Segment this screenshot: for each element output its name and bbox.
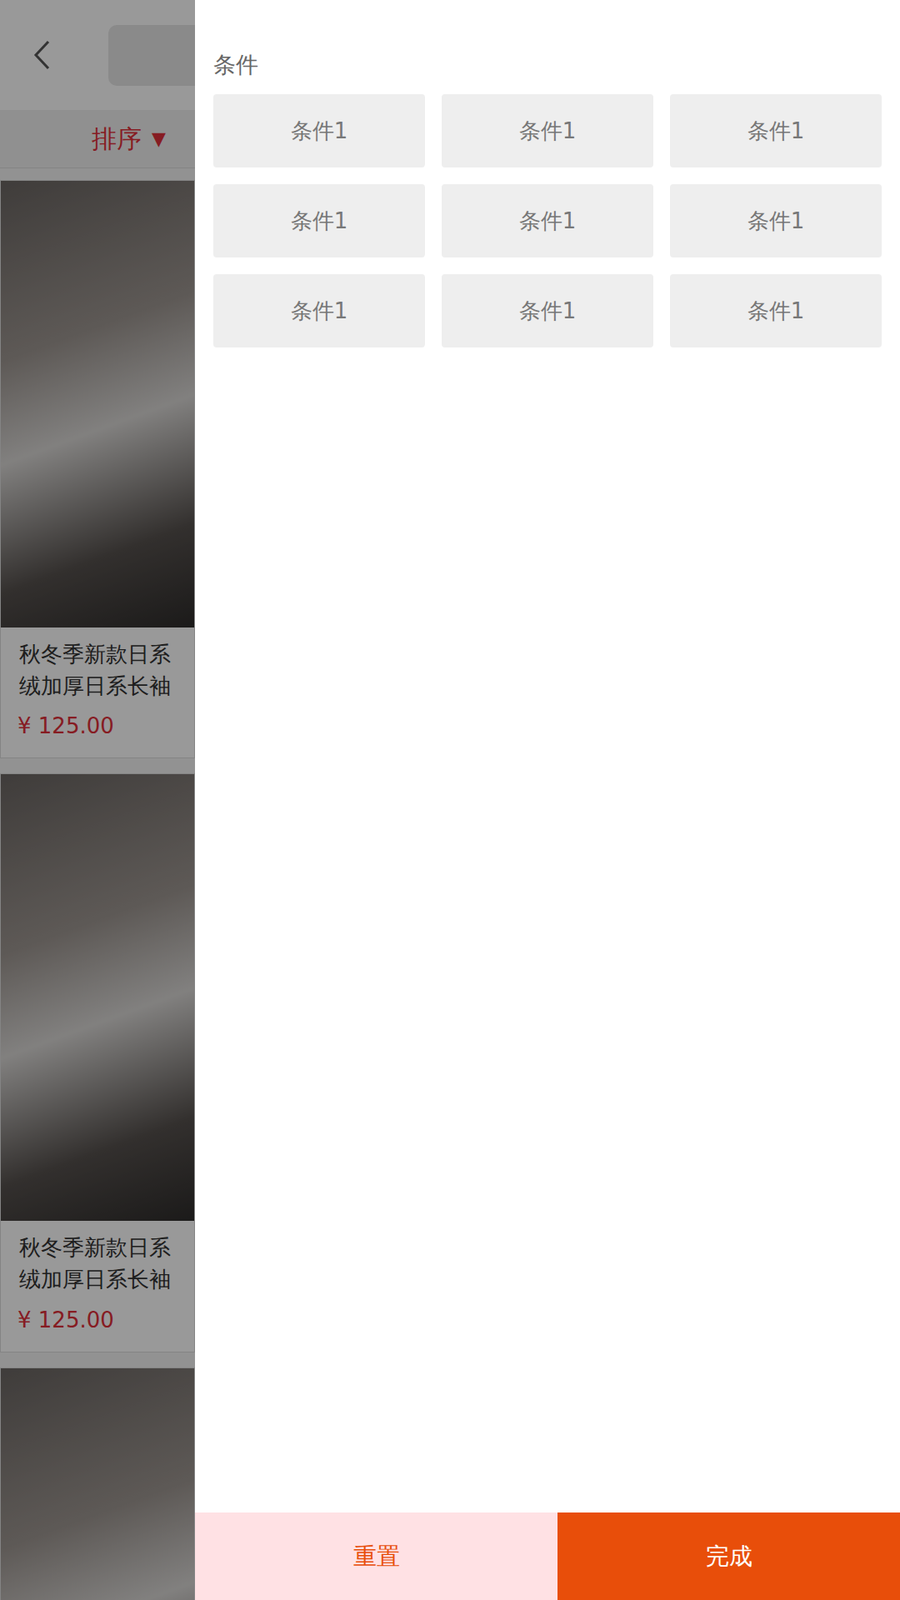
filter-option[interactable]: 条件1: [213, 184, 425, 258]
filter-drawer: 条件条件1条件1条件1条件1条件1条件1条件1条件1条件1重置完成: [195, 0, 900, 1600]
filter-option[interactable]: 条件1: [670, 94, 882, 168]
filter-option[interactable]: 条件1: [670, 184, 882, 258]
filter-option[interactable]: 条件1: [441, 94, 654, 168]
reset-button[interactable]: 重置: [195, 1512, 558, 1600]
confirm-button[interactable]: 完成: [557, 1512, 900, 1600]
drawer-spacer: [195, 362, 900, 1513]
filter-option[interactable]: 条件1: [213, 274, 425, 348]
filter-option[interactable]: 条件1: [213, 94, 425, 168]
filter-option[interactable]: 条件1: [441, 184, 654, 258]
filter-options: 条件1条件1条件1条件1条件1条件1条件1条件1条件1: [195, 79, 900, 363]
filter-option[interactable]: 条件1: [670, 274, 882, 348]
filter-option[interactable]: 条件1: [441, 274, 654, 348]
action-bar: 重置完成: [195, 1512, 900, 1600]
filter-title: 条件: [195, 0, 900, 80]
